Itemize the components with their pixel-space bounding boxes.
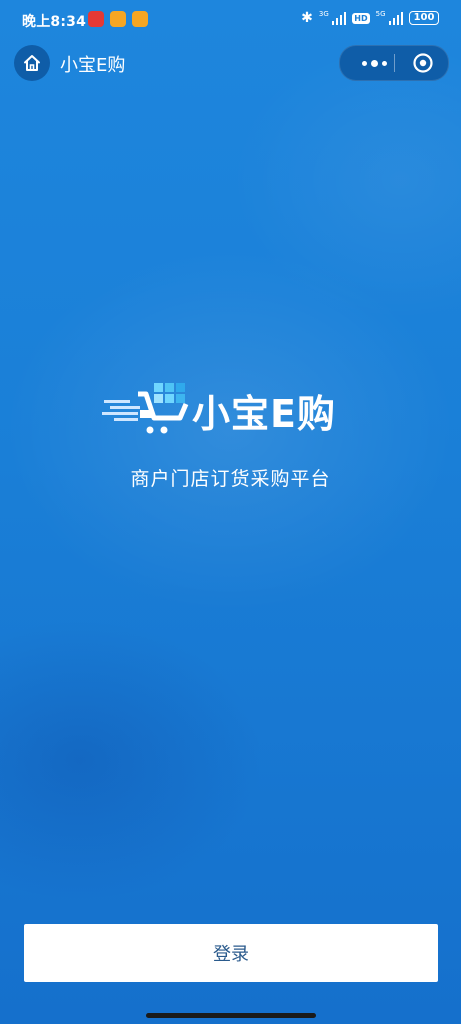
brand-name: 小宝E购	[192, 392, 336, 436]
home-button[interactable]	[14, 45, 50, 81]
network-type-right: 5G	[375, 9, 386, 18]
notification-app-icons	[88, 11, 148, 27]
page-title: 小宝E购	[60, 55, 126, 76]
login-button[interactable]: 登录	[24, 924, 438, 982]
close-circle-icon[interactable]	[412, 52, 434, 74]
hd-badge: HD	[352, 12, 370, 24]
news-app-icon	[88, 11, 104, 27]
signal-strength-icon-2	[388, 11, 403, 25]
status-time: 晚上8:34	[22, 14, 87, 30]
network-type-left: 3G	[318, 9, 329, 18]
home-indicator-bar[interactable]	[146, 1013, 316, 1018]
orange-app-icon-2	[132, 11, 148, 27]
navigation-bar: 小宝E购	[0, 40, 461, 86]
mini-program-capsule	[339, 45, 449, 81]
page-background	[0, 0, 461, 1024]
battery-indicator: 100	[409, 11, 439, 25]
orange-app-icon	[110, 11, 126, 27]
signal-strength-icon	[331, 11, 347, 25]
home-icon	[24, 55, 40, 71]
status-bar: 晚上8:34 ✱ 3G HD 5G 100	[0, 0, 461, 40]
more-button[interactable]	[354, 46, 394, 80]
status-right: ✱ 3G HD 5G 100	[301, 10, 439, 26]
bluetooth-icon: ✱	[301, 10, 313, 26]
brand-slogan: 商户门店订货采购平台	[130, 468, 331, 490]
capsule-divider	[394, 54, 395, 72]
